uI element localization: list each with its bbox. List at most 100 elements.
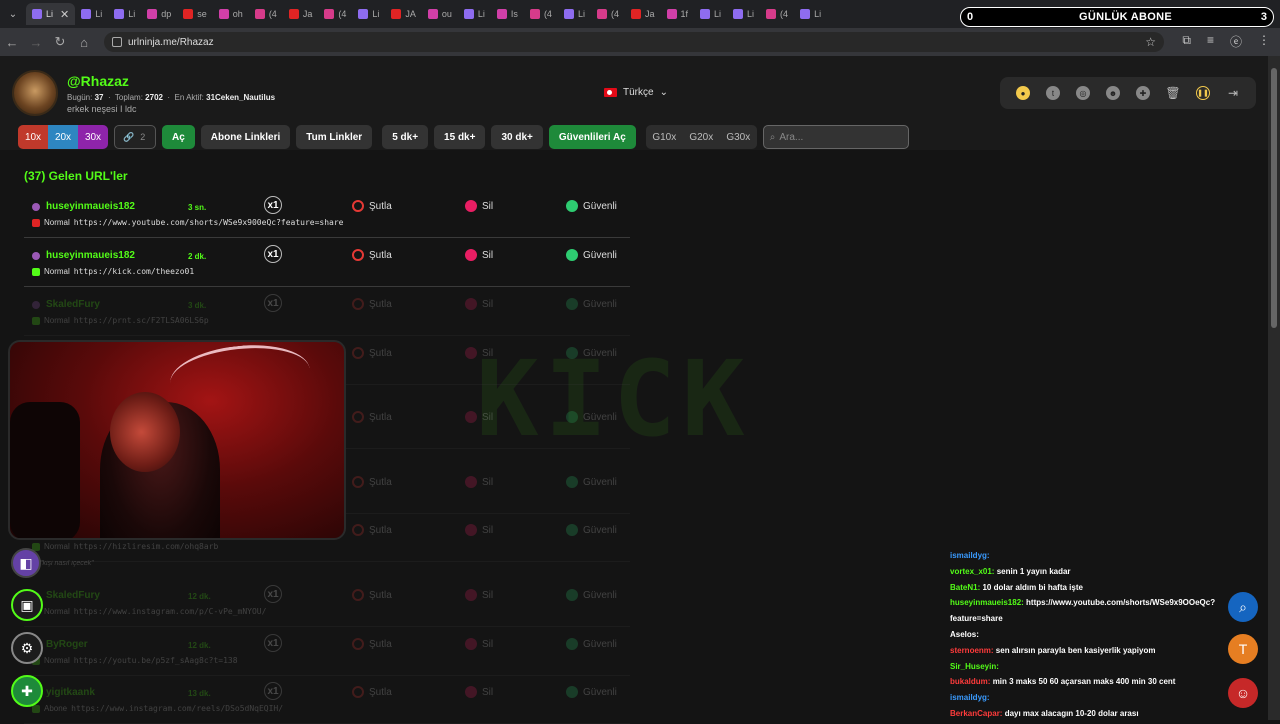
logout-icon[interactable]: ⇥ — [1226, 86, 1240, 100]
safe-button[interactable]: Güvenli — [566, 686, 617, 698]
mult-20x-button[interactable]: 20x — [48, 125, 78, 149]
row-link[interactable]: Normal https://hizliresim.com/ohq8arb — [32, 542, 218, 551]
skip-button[interactable]: Şutla — [352, 249, 392, 261]
skip-button[interactable]: Şutla — [352, 686, 392, 698]
g30x-button[interactable]: G30x — [720, 125, 757, 149]
open-button[interactable]: Aç — [162, 125, 195, 149]
skip-button[interactable]: Şutla — [352, 589, 392, 601]
extensions-icon[interactable]: ⧉ — [1182, 33, 1191, 50]
close-tab-icon[interactable]: ✕ — [60, 8, 69, 21]
t-fab-icon[interactable]: T — [1228, 634, 1258, 664]
chat-username[interactable]: ismaildyg: — [950, 693, 990, 702]
safe-button[interactable]: Güvenli — [566, 200, 617, 212]
robot-icon[interactable]: ☻ — [1106, 86, 1120, 100]
row-user[interactable]: huseyinmaueis182 — [32, 250, 135, 261]
delete-button[interactable]: Sil — [465, 347, 493, 359]
add-user-icon[interactable]: ✚ — [11, 675, 43, 707]
search-fab-icon[interactable]: ⌕ — [1228, 592, 1258, 622]
browser-tab[interactable]: Li — [108, 3, 141, 25]
row-multiplier[interactable]: x1 — [264, 294, 282, 312]
browser-tab[interactable]: (4 — [760, 3, 794, 25]
url-input[interactable]: urlninja.me/Rhazaz ☆ — [104, 32, 1164, 52]
delete-button[interactable]: Sil — [465, 200, 493, 212]
language-selector[interactable]: Türkçe ⌄ — [604, 87, 668, 98]
30min-button[interactable]: 30 dk+ — [491, 125, 543, 149]
url-row[interactable]: huseyinmaueis182 2 dk. x1 Şutla Sil Güvenli No… — [24, 239, 630, 287]
safe-button[interactable]: Güvenli — [566, 249, 617, 261]
url-row[interactable]: SkaledFury 12 dk. x1 Şutla Sil Güvenli Normal h… — [24, 579, 630, 627]
row-link[interactable]: Normal https://prnt.sc/F2TLSA06LS6p — [32, 316, 209, 325]
gear-icon[interactable]: ⚙ — [11, 632, 43, 664]
chat-username[interactable]: Sir_Huseyin: — [950, 662, 999, 671]
user-fab-icon[interactable]: ☺ — [1228, 678, 1258, 708]
row-user[interactable]: huseyinmaueis182 — [32, 201, 135, 212]
delete-button[interactable]: Sil — [465, 686, 493, 698]
skip-button[interactable]: Şutla — [352, 638, 392, 650]
row-multiplier[interactable]: x1 — [264, 634, 282, 652]
url-row[interactable]: SkaledFury 3 dk. x1 Şutla Sil Güvenli Normal ht… — [24, 288, 630, 336]
url-row[interactable]: huseyinmaueis182 3 sn. x1 Şutla Sil Güvenli No… — [24, 190, 630, 238]
browser-tab[interactable]: (4 — [591, 3, 625, 25]
skip-button[interactable]: Şutla — [352, 476, 392, 488]
browser-tab[interactable]: Li — [75, 3, 108, 25]
twitter-icon[interactable]: t — [1046, 86, 1060, 100]
5min-button[interactable]: 5 dk+ — [382, 125, 429, 149]
browser-tab[interactable]: Is — [491, 3, 524, 25]
safe-button[interactable]: Güvenli — [566, 476, 617, 488]
profile-icon[interactable]: ⓔ — [1230, 33, 1242, 50]
link-count-input[interactable]: 🔗 2 — [114, 125, 156, 149]
mult-10x-button[interactable]: 10x — [18, 125, 48, 149]
chat-username[interactable]: BateN1: — [950, 583, 980, 592]
row-multiplier[interactable]: x1 — [264, 585, 282, 603]
browser-tab[interactable]: Li — [727, 3, 760, 25]
skip-button[interactable]: Şutla — [352, 200, 392, 212]
delete-button[interactable]: Sil — [465, 298, 493, 310]
menu-icon[interactable]: ⋮ — [1258, 33, 1270, 50]
reload-icon[interactable]: ↻ — [48, 34, 72, 50]
twitch-icon[interactable]: ◧ — [11, 548, 41, 578]
bookmark-star-icon[interactable]: ☆ — [1145, 35, 1156, 49]
trash-icon[interactable]: 🗑 — [1165, 86, 1180, 100]
coin-icon[interactable]: ● — [1016, 86, 1030, 100]
delete-button[interactable]: Sil — [465, 476, 493, 488]
chat-username[interactable]: ismaildyg: — [950, 551, 990, 560]
browser-tab[interactable]: Li — [694, 3, 727, 25]
pause-icon[interactable]: ❚❚ — [1196, 86, 1210, 100]
browser-tab[interactable]: Li — [352, 3, 385, 25]
row-link[interactable]: Normal https://www.youtube.com/shorts/WSe… — [32, 218, 344, 227]
skip-button[interactable]: Şutla — [352, 298, 392, 310]
scrollbar-thumb[interactable] — [1271, 68, 1277, 328]
delete-button[interactable]: Sil — [465, 411, 493, 423]
skip-button[interactable]: Şutla — [352, 524, 392, 536]
media-icon[interactable]: ≡ — [1207, 33, 1214, 50]
browser-tab[interactable]: Li — [558, 3, 591, 25]
safe-button[interactable]: Güvenli — [566, 524, 617, 536]
delete-button[interactable]: Sil — [465, 524, 493, 536]
browser-tab[interactable]: (4 — [318, 3, 352, 25]
row-link[interactable]: Abone https://www.instagram.com/reels/DSo… — [32, 704, 283, 713]
safe-button[interactable]: Güvenli — [566, 298, 617, 310]
browser-tab[interactable]: ou — [422, 3, 458, 25]
browser-tab[interactable]: Li — [794, 3, 827, 25]
scrollbar[interactable] — [1268, 56, 1280, 720]
browser-tab[interactable]: oh — [213, 3, 249, 25]
row-user[interactable]: SkaledFury — [32, 299, 100, 310]
browser-tab[interactable]: dp — [141, 3, 177, 25]
url-row[interactable]: yigitkaank 13 dk. x1 Şutla Sil Güvenli Abone ht… — [24, 676, 630, 724]
home-icon[interactable]: ⌂ — [72, 35, 96, 50]
browser-tab[interactable]: (4 — [524, 3, 558, 25]
chat-username[interactable]: vortex_x01: — [950, 567, 994, 576]
chat-username[interactable]: bukaldum: — [950, 677, 990, 686]
chat-username[interactable]: Aselos: — [950, 630, 979, 639]
subscriber-links-button[interactable]: Abone Linkleri — [200, 125, 291, 149]
site-info-icon[interactable] — [112, 37, 122, 47]
browser-tab[interactable]: (4 — [249, 3, 283, 25]
delete-button[interactable]: Sil — [465, 249, 493, 261]
browser-tab[interactable]: Ja — [625, 3, 661, 25]
tab-search-icon[interactable]: ⌄ — [0, 0, 26, 28]
browser-tab[interactable]: JA — [385, 3, 422, 25]
browser-tab[interactable]: se — [177, 3, 213, 25]
g10x-button[interactable]: G10x — [646, 125, 683, 149]
back-icon[interactable]: ← — [0, 35, 24, 50]
browser-tab[interactable]: Li ✕ — [26, 3, 76, 25]
